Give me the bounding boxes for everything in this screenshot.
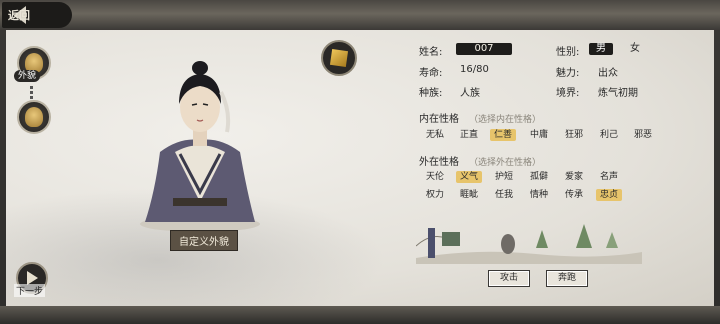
inner-trait[interactable]: 中庸 bbox=[526, 129, 552, 141]
outer-trait[interactable]: 情种 bbox=[526, 189, 552, 201]
realm-value: 炼气初期 bbox=[598, 88, 638, 99]
gender-male-option[interactable]: 男 bbox=[589, 43, 613, 55]
character-portrait bbox=[140, 61, 260, 232]
outer-trait-selected[interactable]: 忠贞 bbox=[596, 189, 623, 201]
flee-button[interactable]: 奔跑 bbox=[546, 270, 588, 287]
outer-trait[interactable]: 权力 bbox=[422, 189, 448, 201]
inner-trait[interactable]: 无私 bbox=[422, 129, 448, 141]
outer-trait[interactable]: 孤僻 bbox=[526, 171, 552, 183]
inner-trait[interactable]: 正直 bbox=[456, 129, 482, 141]
inner-trait-selected[interactable]: 仁善 bbox=[490, 129, 517, 141]
attack-button[interactable]: 攻击 bbox=[488, 270, 530, 287]
lifespan-value: 16/80 bbox=[460, 64, 489, 75]
figure-icon bbox=[25, 107, 43, 127]
appearance-tab-label: 外貌 bbox=[14, 70, 41, 82]
inner-trait[interactable]: 狂邪 bbox=[561, 129, 587, 141]
gender-label: 性别: bbox=[556, 47, 580, 58]
tab-divider bbox=[30, 86, 33, 100]
name-field[interactable]: 007 bbox=[456, 43, 512, 55]
outer-title-text: 外在性格 bbox=[419, 157, 459, 168]
inner-trait[interactable]: 利己 bbox=[596, 129, 622, 141]
custom-appearance-button[interactable]: 自定义外貌 bbox=[170, 230, 238, 251]
outer-trait[interactable]: 护短 bbox=[491, 171, 517, 183]
gender-female-option[interactable]: 女 bbox=[623, 43, 647, 55]
portrait-tab-button[interactable] bbox=[17, 100, 51, 134]
realm-label: 境界: bbox=[556, 88, 580, 99]
random-dice-button[interactable] bbox=[321, 40, 357, 76]
outer-trait[interactable]: 任我 bbox=[491, 189, 517, 201]
battle-preview-scene bbox=[416, 224, 642, 264]
charm-label: 魅力: bbox=[556, 68, 580, 79]
lifespan-label: 寿命: bbox=[419, 68, 443, 79]
charm-value: 出众 bbox=[598, 68, 618, 79]
race-label: 种族: bbox=[419, 88, 443, 99]
name-label: 姓名: bbox=[419, 47, 443, 58]
back-button[interactable]: 返回 bbox=[2, 2, 72, 28]
paper-background bbox=[6, 16, 714, 312]
inner-title-text: 内在性格 bbox=[419, 114, 459, 125]
game-screen: 返回 外貌 下一步 自定义外貌 姓名: 007 性别: 男 女 寿命: 16/8… bbox=[0, 0, 720, 324]
next-step-label: 下一步 bbox=[14, 284, 46, 297]
outer-trait[interactable]: 名声 bbox=[596, 171, 622, 183]
outer-trait[interactable]: 睚眦 bbox=[456, 189, 482, 201]
outer-trait[interactable]: 传承 bbox=[561, 189, 587, 201]
outer-hint: （选择外在性格） bbox=[469, 158, 542, 168]
inner-hint: （选择内在性格） bbox=[469, 115, 542, 125]
inner-trait[interactable]: 邪恶 bbox=[630, 129, 656, 141]
back-label: 返回 bbox=[8, 9, 30, 22]
top-bar bbox=[0, 0, 720, 30]
outer-trait[interactable]: 天伦 bbox=[422, 171, 448, 183]
dice-icon bbox=[329, 48, 349, 68]
outer-personality-title: 外在性格 （选择外在性格） bbox=[419, 153, 541, 168]
outer-trait[interactable]: 爱家 bbox=[561, 171, 587, 183]
next-arrow-icon bbox=[27, 271, 38, 285]
race-value: 人族 bbox=[460, 88, 480, 99]
inner-personality-title: 内在性格 （选择内在性格） bbox=[419, 110, 541, 125]
bottom-bar bbox=[0, 306, 720, 324]
outer-trait-selected[interactable]: 义气 bbox=[456, 171, 483, 183]
